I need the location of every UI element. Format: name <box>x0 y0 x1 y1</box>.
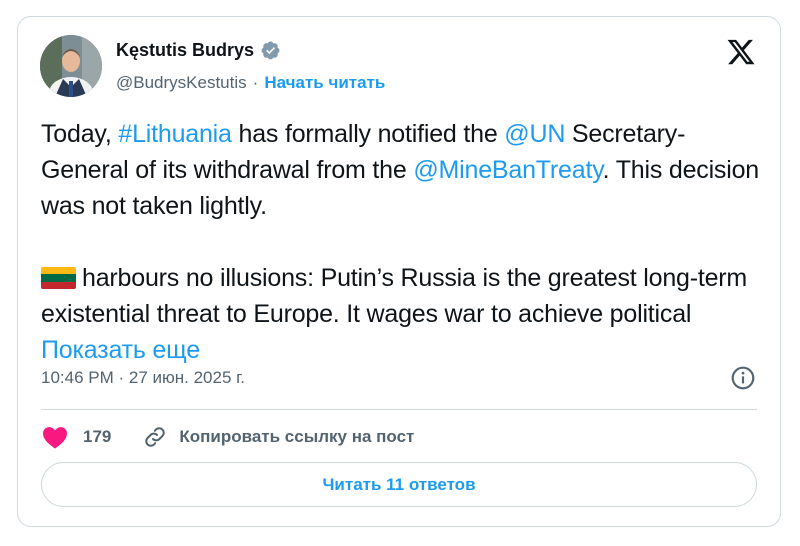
link-icon <box>145 427 166 447</box>
tweet-paragraph-2: harbours no illusions: Putin’s Russia is… <box>41 260 761 368</box>
lithuania-flag-emoji <box>41 267 76 289</box>
info-icon[interactable] <box>730 365 756 391</box>
show-more-link[interactable]: Показать еще <box>41 336 200 364</box>
text-segment: harbours no illusions: Putin’s Russia is… <box>41 264 748 328</box>
author-name-text[interactable]: Kęstutis Budrys <box>116 40 254 61</box>
mention-minebantreaty[interactable]: @MineBanTreaty <box>413 156 603 184</box>
tweet-timestamp[interactable]: 10:46 PM · 27 июн. 2025 г. <box>41 368 245 388</box>
author-avatar[interactable] <box>40 35 102 97</box>
divider <box>41 409 757 410</box>
separator-dot: · <box>252 73 259 92</box>
follow-button[interactable]: Начать читать <box>264 73 385 93</box>
author-handle[interactable]: @BudrysKestutis <box>116 73 247 93</box>
verified-badge-icon <box>261 41 280 60</box>
copy-link-label: Копировать ссылку на пост <box>179 427 415 446</box>
read-replies-button[interactable]: Читать 11 ответов <box>41 462 757 507</box>
x-logo-icon[interactable] <box>726 37 756 67</box>
text-segment: Today, <box>41 120 119 148</box>
heart-icon <box>43 427 67 449</box>
copy-link-button[interactable]: Копировать ссылку на пост <box>143 425 414 449</box>
tweet-card: Kęstutis Budrys @BudrysKestutis · Начать… <box>17 16 781 527</box>
mention-un[interactable]: @UN <box>504 120 565 148</box>
action-bar: 179 Копировать ссылку на пост <box>41 423 414 451</box>
like-count: 179 <box>83 427 112 446</box>
hashtag-lithuania[interactable]: #Lithuania <box>118 120 232 148</box>
text-segment: has formally notified the <box>231 120 505 148</box>
like-button[interactable]: 179 <box>41 425 111 449</box>
handle-row: @BudrysKestutis · Начать читать <box>116 73 385 93</box>
author-name[interactable]: Kęstutis Budrys <box>116 40 281 61</box>
tweet-paragraph-1: Today, #Lithuania has formally notified … <box>41 116 761 224</box>
tweet-text: Today, #Lithuania has formally notified … <box>41 116 761 368</box>
